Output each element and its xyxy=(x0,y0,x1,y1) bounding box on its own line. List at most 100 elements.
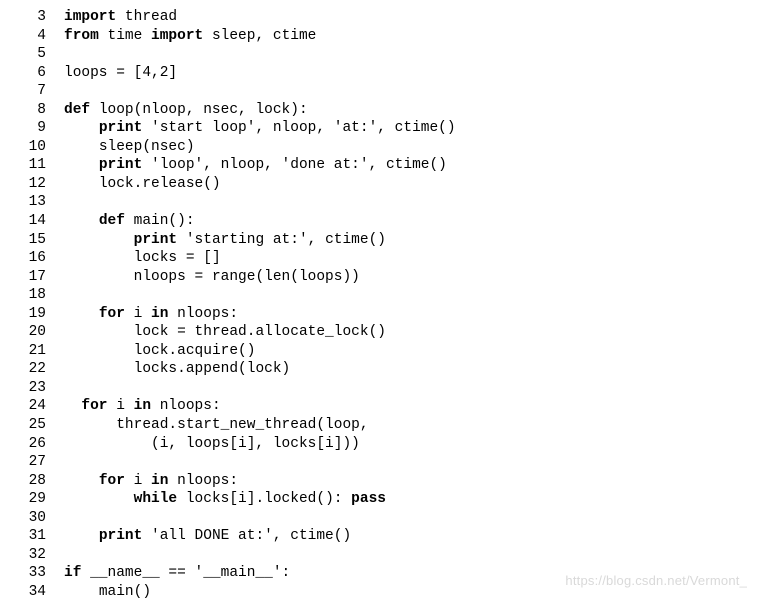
line-number: 23 xyxy=(12,379,64,398)
line-number: 5 xyxy=(12,45,64,64)
code-line: 3import thread xyxy=(12,8,749,27)
code-content xyxy=(64,453,749,472)
keyword: if xyxy=(64,565,90,581)
line-number: 19 xyxy=(12,305,64,324)
keyword: def xyxy=(99,213,134,229)
code-line: 5 xyxy=(12,45,749,64)
keyword: in xyxy=(151,306,177,322)
line-number: 15 xyxy=(12,231,64,250)
line-number: 24 xyxy=(12,397,64,416)
keyword: print xyxy=(134,232,186,248)
code-line: 6loops = [4,2] xyxy=(12,64,749,83)
line-number: 30 xyxy=(12,509,64,528)
code-content: locks.append(lock) xyxy=(64,360,749,379)
code-line: 23 xyxy=(12,379,749,398)
code-line: 11 print 'loop', nloop, 'done at:', ctim… xyxy=(12,156,749,175)
code-content: while locks[i].locked(): pass xyxy=(64,490,749,509)
code-line: 27 xyxy=(12,453,749,472)
keyword: print xyxy=(99,528,151,544)
line-number: 7 xyxy=(12,82,64,101)
line-number: 17 xyxy=(12,268,64,287)
code-content xyxy=(64,193,749,212)
code-content: for i in nloops: xyxy=(64,305,749,324)
line-number: 27 xyxy=(12,453,64,472)
code-line: 30 xyxy=(12,509,749,528)
code-content: print 'starting at:', ctime() xyxy=(64,231,749,250)
code-content: lock.release() xyxy=(64,175,749,194)
code-content: for i in nloops: xyxy=(64,472,749,491)
code-line: 8def loop(nloop, nsec, lock): xyxy=(12,101,749,120)
line-number: 21 xyxy=(12,342,64,361)
line-number: 29 xyxy=(12,490,64,509)
code-line: 9 print 'start loop', nloop, 'at:', ctim… xyxy=(12,119,749,138)
line-number: 18 xyxy=(12,286,64,305)
line-number: 25 xyxy=(12,416,64,435)
line-number: 13 xyxy=(12,193,64,212)
keyword: print xyxy=(99,157,151,173)
line-number: 12 xyxy=(12,175,64,194)
line-number: 16 xyxy=(12,249,64,268)
code-line: 20 lock = thread.allocate_lock() xyxy=(12,323,749,342)
code-content: def main(): xyxy=(64,212,749,231)
code-content: import thread xyxy=(64,8,749,27)
code-line: 32 xyxy=(12,546,749,565)
keyword: def xyxy=(64,102,99,118)
line-number: 20 xyxy=(12,323,64,342)
code-line: 26 (i, loops[i], locks[i])) xyxy=(12,435,749,454)
code-content: lock = thread.allocate_lock() xyxy=(64,323,749,342)
code-content: print 'all DONE at:', ctime() xyxy=(64,527,749,546)
code-content xyxy=(64,509,749,528)
line-number: 34 xyxy=(12,583,64,602)
line-number: 11 xyxy=(12,156,64,175)
code-line: 16 locks = [] xyxy=(12,249,749,268)
code-line: 7 xyxy=(12,82,749,101)
code-content: loops = [4,2] xyxy=(64,64,749,83)
code-line: 29 while locks[i].locked(): pass xyxy=(12,490,749,509)
line-number: 3 xyxy=(12,8,64,27)
code-line: 17 nloops = range(len(loops)) xyxy=(12,268,749,287)
code-content xyxy=(64,379,749,398)
code-content: def loop(nloop, nsec, lock): xyxy=(64,101,749,120)
code-content: sleep(nsec) xyxy=(64,138,749,157)
keyword: print xyxy=(99,120,151,136)
line-number: 4 xyxy=(12,27,64,46)
code-content: thread.start_new_thread(loop, xyxy=(64,416,749,435)
code-line: 15 print 'starting at:', ctime() xyxy=(12,231,749,250)
keyword: pass xyxy=(351,491,386,507)
keyword: in xyxy=(151,473,177,489)
code-line: 28 for i in nloops: xyxy=(12,472,749,491)
line-number: 31 xyxy=(12,527,64,546)
code-content xyxy=(64,286,749,305)
code-content: print 'loop', nloop, 'done at:', ctime() xyxy=(64,156,749,175)
code-content: lock.acquire() xyxy=(64,342,749,361)
line-number: 9 xyxy=(12,119,64,138)
code-content: for i in nloops: xyxy=(64,397,749,416)
code-line: 18 xyxy=(12,286,749,305)
line-number: 26 xyxy=(12,435,64,454)
code-line: 10 sleep(nsec) xyxy=(12,138,749,157)
keyword: import xyxy=(64,9,125,25)
code-content xyxy=(64,45,749,64)
keyword: import xyxy=(151,28,212,44)
code-line: 24 for i in nloops: xyxy=(12,397,749,416)
line-number: 14 xyxy=(12,212,64,231)
code-content xyxy=(64,546,749,565)
line-number: 22 xyxy=(12,360,64,379)
code-line: 4from time import sleep, ctime xyxy=(12,27,749,46)
code-line: 13 xyxy=(12,193,749,212)
watermark-text: https://blog.csdn.net/Vermont_ xyxy=(565,573,747,590)
keyword: while xyxy=(134,491,186,507)
code-content: nloops = range(len(loops)) xyxy=(64,268,749,287)
keyword: for xyxy=(99,473,134,489)
line-number: 33 xyxy=(12,564,64,583)
code-line: 19 for i in nloops: xyxy=(12,305,749,324)
line-number: 6 xyxy=(12,64,64,83)
keyword: from xyxy=(64,28,108,44)
code-line: 31 print 'all DONE at:', ctime() xyxy=(12,527,749,546)
line-number: 8 xyxy=(12,101,64,120)
code-line: 12 lock.release() xyxy=(12,175,749,194)
keyword: in xyxy=(134,398,160,414)
code-line: 21 lock.acquire() xyxy=(12,342,749,361)
code-content: (i, loops[i], locks[i])) xyxy=(64,435,749,454)
keyword: for xyxy=(99,306,134,322)
